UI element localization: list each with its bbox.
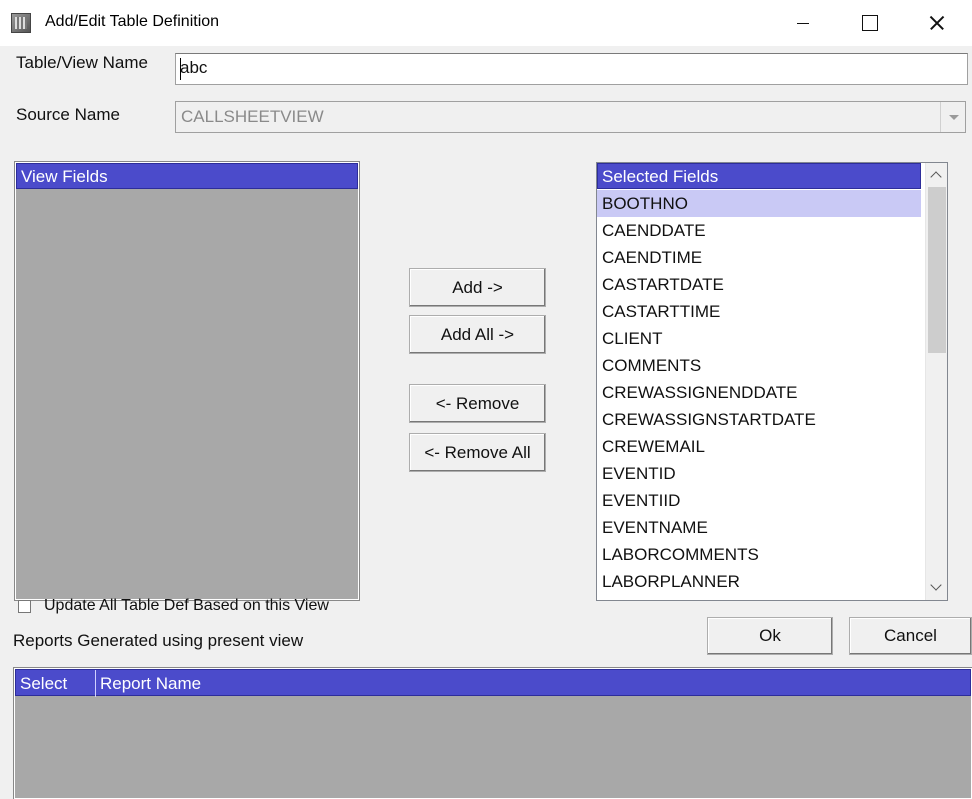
ok-button-label: Ok bbox=[759, 626, 781, 645]
remove-all-button[interactable]: <- Remove All bbox=[409, 433, 546, 472]
cancel-button-label: Cancel bbox=[884, 626, 937, 645]
cancel-button[interactable]: Cancel bbox=[849, 617, 972, 655]
list-item[interactable]: CLIENT bbox=[597, 325, 921, 352]
scroll-down-icon[interactable] bbox=[926, 576, 948, 600]
title-bar[interactable]: Add/Edit Table Definition bbox=[0, 0, 972, 46]
update-all-label: Update All Table Def Based on this View bbox=[44, 597, 329, 614]
list-item[interactable]: CASTARTDATE bbox=[597, 271, 921, 298]
list-item[interactable]: CREWEMAIL bbox=[597, 433, 921, 460]
add-button[interactable]: Add -> bbox=[409, 268, 546, 307]
scroll-up-icon[interactable] bbox=[926, 163, 948, 187]
column-header-report-name[interactable]: Report Name bbox=[96, 670, 966, 697]
add-all-button[interactable]: Add All -> bbox=[409, 315, 546, 354]
selected-fields-list[interactable]: Selected Fields BOOTHNO CAENDDATE CAENDT… bbox=[596, 162, 948, 601]
add-button-label: Add -> bbox=[452, 278, 503, 297]
remove-button-label: <- Remove bbox=[435, 394, 520, 413]
list-item[interactable]: BOOTHNO bbox=[597, 190, 921, 217]
list-item[interactable]: CAENDTIME bbox=[597, 244, 921, 271]
table-view-name-value: abc bbox=[180, 58, 208, 77]
list-item[interactable]: CREWASSIGNSTARTDATE bbox=[597, 406, 921, 433]
app-icon bbox=[11, 13, 31, 33]
list-item[interactable]: EVENTID bbox=[597, 460, 921, 487]
source-name-dropdown[interactable]: CALLSHEETVIEW bbox=[175, 101, 966, 133]
table-view-name-input[interactable]: abc bbox=[175, 53, 968, 85]
selected-fields-header: Selected Fields bbox=[597, 163, 921, 189]
scroll-thumb[interactable] bbox=[928, 187, 946, 353]
reports-table[interactable]: Select Report Name bbox=[13, 667, 972, 799]
ok-button[interactable]: Ok bbox=[707, 617, 833, 655]
table-view-name-label: Table/View Name bbox=[16, 53, 148, 72]
add-all-button-label: Add All -> bbox=[440, 325, 515, 344]
list-item[interactable]: EVENTIID bbox=[597, 487, 921, 514]
remove-button[interactable]: <- Remove bbox=[409, 384, 546, 423]
remove-all-button-label: <- Remove All bbox=[424, 443, 531, 462]
view-fields-header: View Fields bbox=[16, 163, 358, 189]
list-item[interactable]: LABORCOMMENTS bbox=[597, 541, 921, 568]
close-icon[interactable] bbox=[914, 0, 960, 46]
reports-label: Reports Generated using present view bbox=[13, 631, 304, 650]
list-item[interactable]: CASTARTTIME bbox=[597, 298, 921, 325]
source-name-value: CALLSHEETVIEW bbox=[181, 107, 324, 126]
text-caret bbox=[180, 58, 181, 80]
list-item[interactable]: CAENDDATE bbox=[597, 217, 921, 244]
list-item[interactable]: EVENTNAME bbox=[597, 514, 921, 541]
source-name-label: Source Name bbox=[16, 105, 120, 124]
minimize-icon[interactable] bbox=[780, 0, 826, 46]
list-item[interactable]: CREWASSIGNENDDATE bbox=[597, 379, 921, 406]
window-title: Add/Edit Table Definition bbox=[45, 13, 220, 30]
view-fields-list[interactable]: View Fields bbox=[14, 161, 360, 601]
column-header-select[interactable]: Select bbox=[16, 670, 96, 697]
maximize-icon[interactable] bbox=[846, 0, 892, 46]
update-all-checkbox[interactable] bbox=[18, 600, 31, 613]
selected-fields-scrollbar[interactable] bbox=[925, 163, 947, 600]
list-item[interactable]: COMMENTS bbox=[597, 352, 921, 379]
reports-table-header: Select Report Name bbox=[15, 669, 971, 697]
chevron-down-icon[interactable] bbox=[940, 102, 965, 132]
list-item[interactable]: LABORPLANNER bbox=[597, 568, 921, 595]
